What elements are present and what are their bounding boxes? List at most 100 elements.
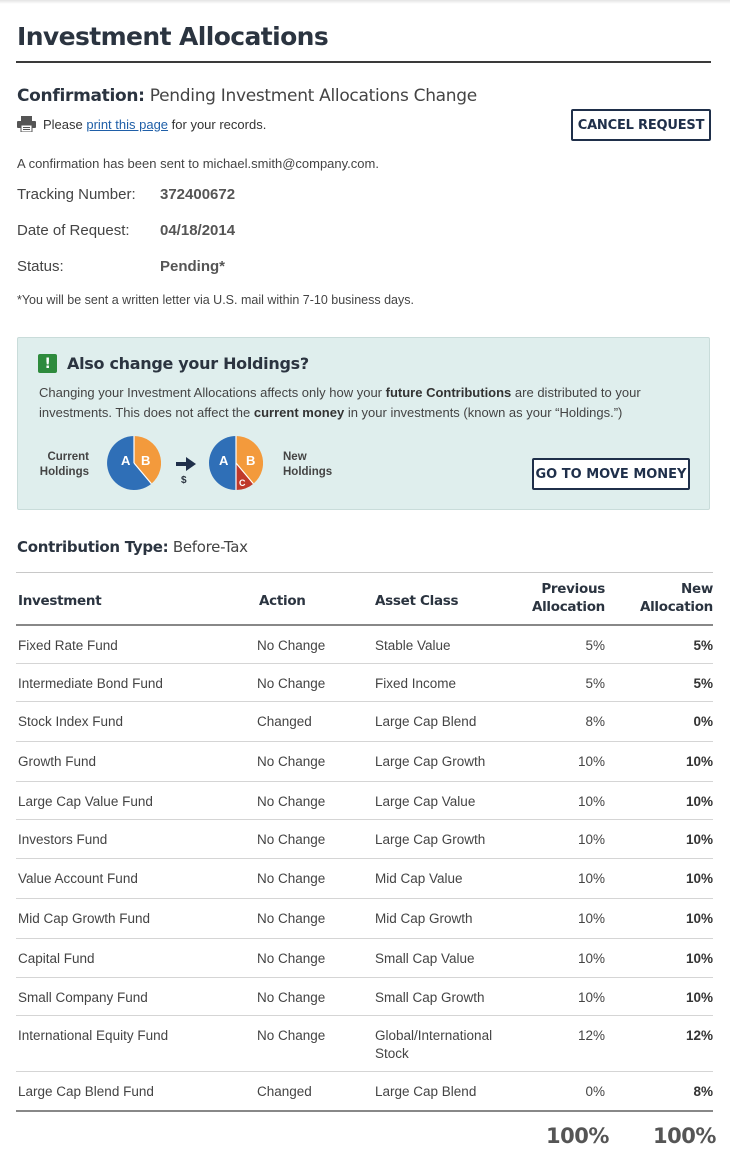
contribution-type-label: Contribution Type: — [17, 538, 169, 556]
contribution-type: Contribution Type: Before-Tax — [17, 538, 248, 556]
confirmation-text: Pending Investment Allocations Change — [149, 86, 477, 106]
cell-investment: Small Company Fund — [18, 990, 148, 1005]
callout-description: Changing your Investment Allocations aff… — [39, 383, 699, 423]
table-row: Fixed Rate Fund No Change Stable Value 5% 5% — [16, 626, 713, 664]
cell-investment: Mid Cap Growth Fund — [18, 911, 151, 926]
confirmation-sent-note: A confirmation has been sent to michael.… — [17, 156, 379, 171]
table-row: Mid Cap Growth Fund No Change Mid Cap Grow… — [16, 899, 713, 939]
cell-previous-allocation: 10% — [577, 911, 605, 926]
cell-asset-class: Small Cap Value — [375, 951, 475, 966]
table-row: Large Cap Blend Fund Changed Large Cap Ble… — [16, 1072, 713, 1112]
callout-text-emphasis: future Contributions — [385, 385, 512, 400]
cell-asset-class: Mid Cap Value — [375, 871, 463, 886]
cell-asset-class: Large Cap Value — [375, 794, 476, 809]
cell-action: Changed — [257, 1084, 312, 1099]
cell-action: No Change — [257, 1028, 326, 1043]
current-holdings-pie-icon: A B — [107, 436, 161, 490]
table-row: Intermediate Bond Fund No Change Fixed Inc… — [16, 664, 713, 702]
current-slice-a-label: A — [121, 453, 131, 468]
current-holdings-label: Current Holdings — [37, 450, 89, 480]
table-row: Stock Index Fund Changed Large Cap Blend 8%… — [16, 702, 713, 742]
table-row: Large Cap Value Fund No Change Large Cap V… — [16, 782, 713, 820]
header-previous-line: Previous — [541, 581, 605, 597]
cancel-request-button[interactable]: CANCEL REQUEST — [571, 109, 711, 141]
cell-investment: International Equity Fund — [18, 1028, 169, 1043]
top-shadow — [0, 0, 730, 4]
cell-action: Changed — [257, 714, 312, 729]
cell-action: No Change — [257, 911, 326, 926]
header-action: Action — [259, 593, 306, 609]
new-holdings-pie-icon: A B C — [209, 436, 263, 490]
cell-action: No Change — [257, 871, 326, 886]
callout-title: ! Also change your Holdings? — [38, 354, 309, 373]
cell-investment: Large Cap Blend Fund — [18, 1084, 154, 1099]
table-body: Fixed Rate Fund No Change Stable Value 5% 5%… — [16, 626, 713, 1112]
cell-asset-class: Large Cap Blend — [375, 1084, 477, 1099]
cell-previous-allocation: 10% — [577, 871, 605, 886]
cell-new-allocation: 8% — [693, 1084, 713, 1099]
cell-new-allocation: 10% — [685, 990, 713, 1005]
cell-action: No Change — [257, 754, 326, 769]
callout-text-part: in your investments (known as your “Hold… — [347, 405, 623, 420]
cell-previous-allocation: 10% — [577, 794, 605, 809]
cell-action: No Change — [257, 990, 326, 1005]
contribution-type-value: Before-Tax — [172, 538, 248, 556]
header-investment: Investment — [18, 593, 102, 609]
cell-new-allocation: 12% — [685, 1028, 713, 1043]
new-holdings-label: New Holdings — [283, 450, 332, 480]
header-new-line: New — [680, 581, 713, 597]
cell-investment: Stock Index Fund — [18, 714, 124, 729]
cell-previous-allocation: 8% — [585, 714, 605, 729]
cell-previous-allocation: 10% — [577, 951, 605, 966]
print-row: Please print this page for your records. — [17, 116, 266, 132]
cell-asset-class: Large Cap Growth — [375, 832, 486, 847]
go-to-move-money-button[interactable]: GO TO MOVE MONEY — [532, 458, 690, 490]
table-row: Growth Fund No Change Large Cap Growth 10% 1… — [16, 742, 713, 782]
table-row: International Equity Fund No Change Global… — [16, 1016, 713, 1072]
cell-investment: Large Cap Value Fund — [18, 794, 153, 809]
cell-previous-allocation: 12% — [577, 1028, 605, 1043]
allocations-table: Investment Action Asset Class Previous A… — [16, 572, 713, 1112]
arrow-right-icon — [176, 457, 196, 471]
header-new-line: Allocation — [639, 599, 713, 615]
cell-investment: Capital Fund — [18, 951, 95, 966]
cell-new-allocation: 5% — [693, 638, 713, 653]
cell-new-allocation: 10% — [685, 871, 713, 886]
printer-icon — [17, 116, 36, 132]
mail-footnote: *You will be sent a written letter via U… — [17, 293, 414, 307]
cell-investment: Investors Fund — [18, 832, 108, 847]
cell-investment: Fixed Rate Fund — [18, 638, 118, 653]
cell-asset-class: Large Cap Growth — [375, 754, 486, 769]
print-suffix: for your records. — [171, 116, 267, 132]
cell-asset-class: Fixed Income — [375, 676, 457, 691]
alert-icon: ! — [38, 354, 57, 373]
print-page-link[interactable]: print this page — [86, 117, 168, 132]
date-of-request-value: 04/18/2014 — [160, 222, 236, 239]
confirmation-label: Confirmation: — [17, 86, 145, 106]
date-of-request-row: Date of Request: 04/18/2014 — [17, 222, 235, 239]
table-row: Investors Fund No Change Large Cap Growth 1… — [16, 820, 713, 859]
current-holdings-label-line: Holdings — [39, 466, 89, 478]
cell-asset-class: Mid Cap Growth — [375, 911, 473, 926]
cell-previous-allocation: 5% — [585, 676, 605, 691]
cell-previous-allocation: 5% — [585, 638, 605, 653]
table-row: Value Account Fund No Change Mid Cap Value… — [16, 859, 713, 899]
title-divider — [16, 61, 711, 63]
callout-text-part: Changing your Investment Allocations aff… — [39, 385, 383, 400]
holdings-callout: ! Also change your Holdings? Changing yo… — [17, 337, 710, 510]
table-header: Investment Action Asset Class Previous A… — [16, 572, 713, 626]
cell-previous-allocation: 0% — [585, 1084, 605, 1099]
new-slice-c-label: C — [239, 478, 246, 488]
callout-title-text: Also change your Holdings? — [67, 354, 309, 373]
cell-action: No Change — [257, 832, 326, 847]
cell-investment: Value Account Fund — [18, 871, 138, 886]
header-previous-allocation: Previous Allocation — [532, 580, 605, 616]
table-row: Small Company Fund No Change Small Cap Gro… — [16, 978, 713, 1016]
cell-previous-allocation: 10% — [577, 832, 605, 847]
tracking-number-value: 372400672 — [160, 186, 236, 203]
cell-asset-class: Global/International Stock — [375, 1028, 493, 1061]
cell-new-allocation: 0% — [693, 714, 713, 729]
confirmation-heading: Confirmation: Pending Investment Allocat… — [17, 86, 477, 106]
cell-new-allocation: 10% — [685, 794, 713, 809]
current-holdings-label-line: Current — [47, 451, 89, 463]
